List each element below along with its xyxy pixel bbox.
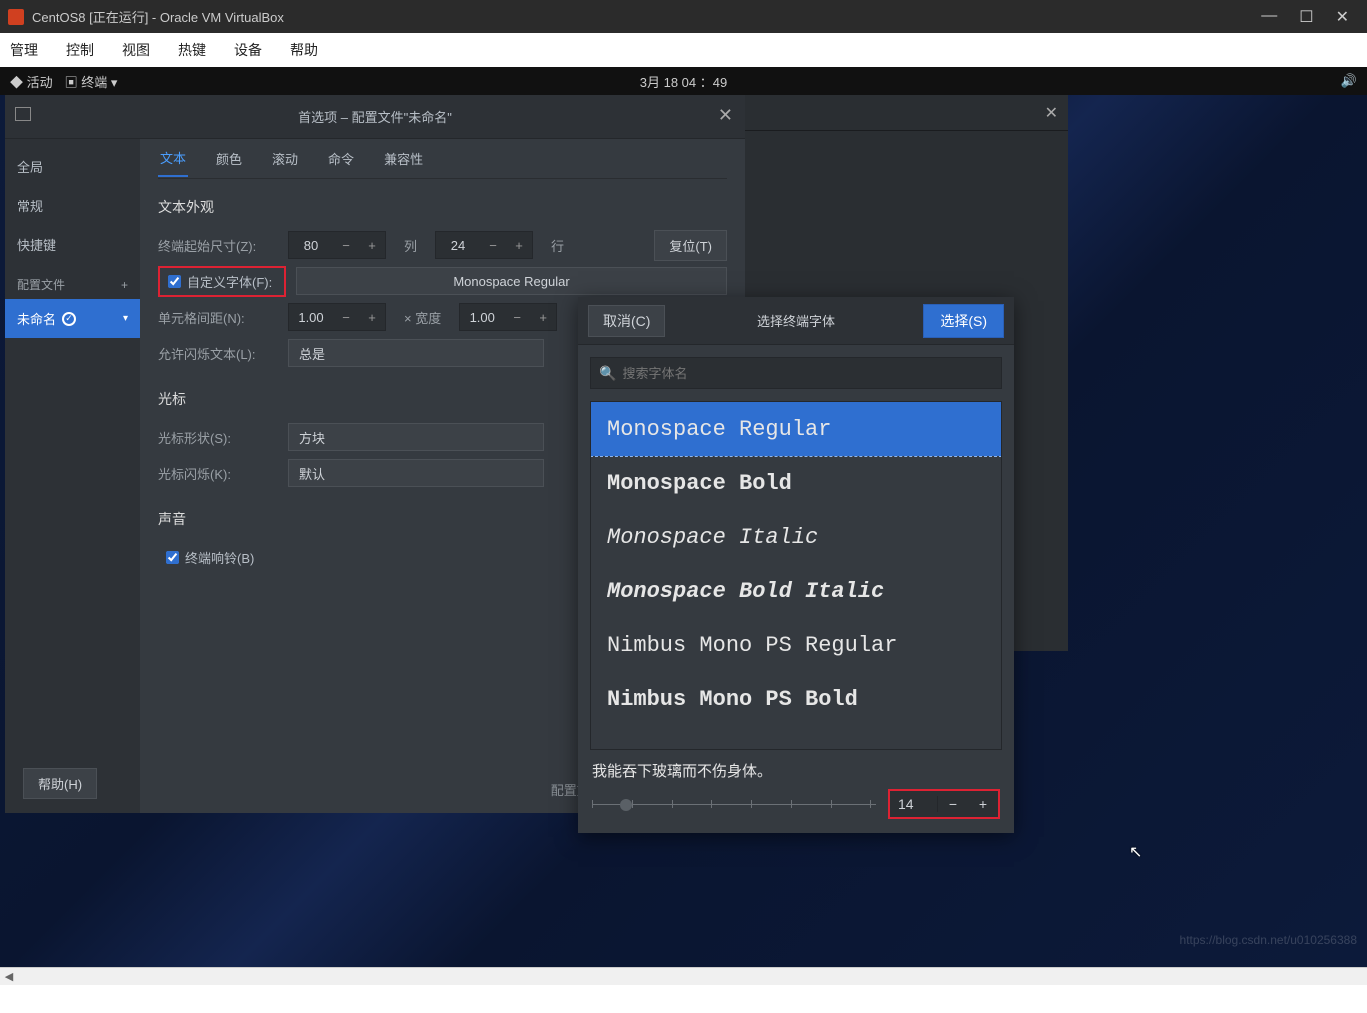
font-size-spinner[interactable]: 14 − + xyxy=(888,789,1000,819)
section-text-appearance: 文本外观 xyxy=(158,197,727,217)
add-profile-button[interactable]: + xyxy=(121,278,128,292)
vb-menu-control[interactable]: 控制 xyxy=(66,40,94,60)
font-item[interactable]: Monospace Regular xyxy=(591,402,1001,456)
cursor-blink-label: 光标闪烁(K): xyxy=(158,464,278,483)
sidebar-item-profile[interactable]: 未命名 ✓ ▾ xyxy=(5,299,140,338)
bell-checkbox-group[interactable]: 终端响铃(B) xyxy=(158,544,262,571)
rows-unit: 行 xyxy=(551,236,564,255)
clock[interactable]: 3月 18 04 ：49 xyxy=(640,72,727,91)
cell-width-spinner[interactable]: 1.00 − + xyxy=(288,303,386,331)
cell-width-label: × 宽度 xyxy=(404,308,441,327)
custom-font-checkbox[interactable] xyxy=(168,275,181,288)
hscroll-left-arrow-icon[interactable]: ◀ xyxy=(0,970,18,983)
guest-desktop: ◆ 活动 ▣ 终端 ▾ 3月 18 04 ：49 🔊 ✕ 首选项 – 配置文件"… xyxy=(0,67,1367,967)
initial-size-label: 终端起始尺寸(Z): xyxy=(158,236,278,255)
help-button[interactable]: 帮助(H) xyxy=(23,768,97,799)
tab-text[interactable]: 文本 xyxy=(158,140,188,177)
reset-size-button[interactable]: 复位(T) xyxy=(654,230,727,261)
font-cancel-button[interactable]: 取消(C) xyxy=(588,305,665,337)
watermark-text: https://blog.csdn.net/u010256388 xyxy=(1180,933,1357,947)
search-icon: 🔍 xyxy=(599,365,616,382)
cursor-blink-dropdown[interactable]: 默认 xyxy=(288,459,544,487)
sidebar-profiles-header: 配置文件 + xyxy=(5,264,140,299)
fontdlg-header: 取消(C) 选择终端字体 选择(S) xyxy=(578,297,1014,345)
profile-menu-chevron-icon[interactable]: ▾ xyxy=(123,313,128,324)
vb-maximize-button[interactable]: ☐ xyxy=(1299,7,1313,27)
vb-titlebar: CentOS8 [正在运行] - Oracle VM VirtualBox — … xyxy=(0,0,1367,33)
profile-default-icon: ✓ xyxy=(62,312,76,326)
custom-font-checkbox-group[interactable]: 自定义字体(F): xyxy=(158,266,286,297)
fontdlg-title: 选择终端字体 xyxy=(757,311,835,330)
slider-thumb[interactable] xyxy=(620,799,632,811)
sidebar-global-header: 全局 xyxy=(5,147,140,186)
font-search-input[interactable] xyxy=(622,366,993,381)
rows-plus[interactable]: + xyxy=(506,238,532,253)
vb-menubar: 管理 控制 视图 热键 设备 帮助 xyxy=(0,33,1367,67)
cols-spinner[interactable]: 80 − + xyxy=(288,231,386,259)
cell-spacing-label: 单元格间距(N): xyxy=(158,308,278,327)
custom-font-label: 自定义字体(F): xyxy=(187,272,272,291)
vb-menu-view[interactable]: 视图 xyxy=(122,40,150,60)
font-item[interactable]: Nimbus Mono PS Bold xyxy=(591,672,1001,726)
font-item[interactable]: Nimbus Mono PS Regular xyxy=(591,618,1001,672)
custom-font-button[interactable]: Monospace Regular xyxy=(296,267,727,295)
font-item[interactable]: Monospace Italic xyxy=(591,510,1001,564)
gnome-topbar: ◆ 活动 ▣ 终端 ▾ 3月 18 04 ：49 🔊 xyxy=(0,67,1367,95)
font-size-value[interactable]: 14 xyxy=(890,796,938,812)
prefs-title: 首选项 – 配置文件"未命名" xyxy=(298,107,452,126)
cols-minus[interactable]: − xyxy=(333,238,359,253)
font-item[interactable]: Monospace Bold Italic xyxy=(591,564,1001,618)
vb-close-button[interactable]: ✕ xyxy=(1336,7,1349,27)
font-select-button[interactable]: 选择(S) xyxy=(923,304,1004,338)
rows-spinner[interactable]: 24 − + xyxy=(435,231,533,259)
rows-minus[interactable]: − xyxy=(480,238,506,253)
font-chooser-dialog: 取消(C) 选择终端字体 选择(S) 🔍 Monospace Regular M… xyxy=(578,297,1014,833)
font-list[interactable]: Monospace Regular Monospace Bold Monospa… xyxy=(590,401,1002,750)
prefs-close-button[interactable]: ✕ xyxy=(718,105,733,126)
vb-icon xyxy=(8,9,24,25)
bell-label: 终端响铃(B) xyxy=(185,548,254,567)
vb-menu-manage[interactable]: 管理 xyxy=(10,40,38,60)
font-size-slider[interactable] xyxy=(592,794,876,814)
vb-menu-hotkeys[interactable]: 热键 xyxy=(178,40,206,60)
cols-plus[interactable]: + xyxy=(359,238,385,253)
vb-title: CentOS8 [正在运行] - Oracle VM VirtualBox xyxy=(32,7,1251,26)
allow-blink-dropdown[interactable]: 总是 xyxy=(288,339,544,367)
prefs-menu-icon[interactable] xyxy=(15,107,31,121)
tab-colors[interactable]: 颜色 xyxy=(214,141,244,176)
allow-blink-label: 允许闪烁文本(L): xyxy=(158,344,278,363)
sidebar-item-general[interactable]: 常规 xyxy=(5,186,140,225)
terminal-close-button[interactable]: ✕ xyxy=(1045,103,1058,123)
prefs-header: 首选项 – 配置文件"未命名" ✕ xyxy=(5,95,745,139)
volume-icon[interactable]: 🔊 xyxy=(1341,73,1357,88)
sidebar-item-shortcuts[interactable]: 快捷键 xyxy=(5,225,140,264)
prefs-sidebar: 全局 常规 快捷键 配置文件 + 未命名 ✓ ▾ xyxy=(5,139,140,813)
cursor-shape-label: 光标形状(S): xyxy=(158,428,278,447)
app-menu[interactable]: ▣ 终端 ▾ xyxy=(65,72,118,91)
vb-menu-help[interactable]: 帮助 xyxy=(290,40,318,60)
tab-scroll[interactable]: 滚动 xyxy=(270,141,300,176)
font-size-plus[interactable]: + xyxy=(968,796,998,812)
cursor-shape-dropdown[interactable]: 方块 xyxy=(288,423,544,451)
vb-minimize-button[interactable]: — xyxy=(1261,7,1277,27)
activities-button[interactable]: ◆ 活动 xyxy=(10,72,53,91)
bell-checkbox[interactable] xyxy=(166,551,179,564)
font-search[interactable]: 🔍 xyxy=(590,357,1002,389)
tab-command[interactable]: 命令 xyxy=(326,141,356,176)
tab-compat[interactable]: 兼容性 xyxy=(382,141,425,176)
host-horizontal-scrollbar[interactable]: ◀ xyxy=(0,967,1367,985)
vb-menu-devices[interactable]: 设备 xyxy=(234,40,262,60)
cols-unit: 列 xyxy=(404,236,417,255)
font-preview: 我能吞下玻璃而不伤身体。 xyxy=(578,750,1014,783)
cell-height-spinner[interactable]: 1.00 − + xyxy=(459,303,557,331)
prefs-tabs: 文本 颜色 滚动 命令 兼容性 xyxy=(158,139,727,179)
font-item[interactable]: Monospace Bold xyxy=(591,456,1001,510)
font-size-minus[interactable]: − xyxy=(938,796,968,812)
mouse-cursor-icon: ↖ xyxy=(1129,842,1142,862)
